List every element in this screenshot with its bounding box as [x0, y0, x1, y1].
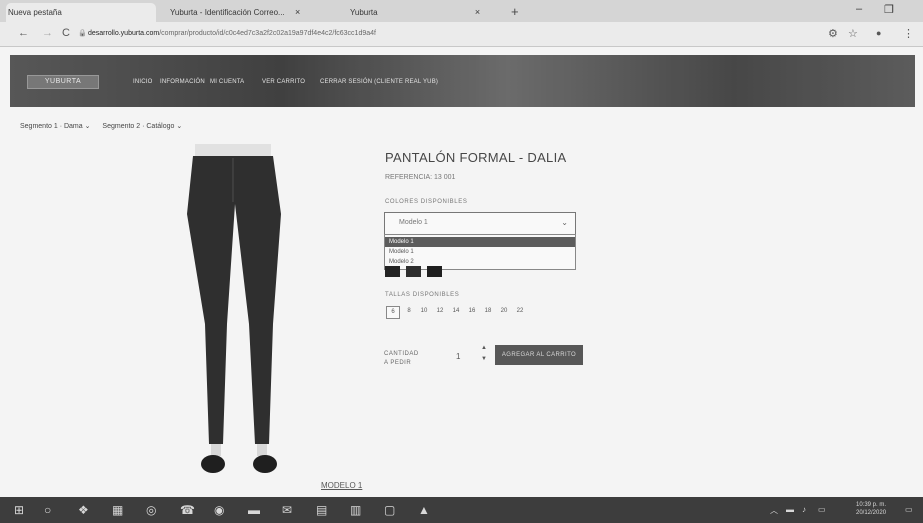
site-header: YUBURTA INICIO INFORMACIÓN MI CUENTA VER…	[10, 55, 915, 107]
tab-nueva-pestana[interactable]: Nueva pestaña ×	[6, 3, 156, 22]
color-dropdown-list: Modelo 1 Modelo 1 Modelo 2	[384, 234, 576, 270]
task-view-icon[interactable]: ❖	[78, 503, 89, 517]
app-icon[interactable]: ◎	[146, 503, 156, 517]
windows-start-icon[interactable]: ⊞	[14, 503, 24, 517]
color-swatch[interactable]	[427, 266, 442, 277]
minimize-icon[interactable]: –	[856, 3, 862, 15]
back-icon[interactable]: ←	[18, 27, 29, 39]
size-option[interactable]: 22	[514, 306, 526, 317]
search-icon[interactable]: ○	[44, 503, 51, 517]
phone-icon[interactable]: ☎	[180, 503, 195, 517]
model-torso	[195, 144, 271, 156]
breadcrumb: Segmento 1 · Dama ⌄ Segmento 2 · Catálog…	[20, 122, 192, 130]
model-link[interactable]: MODELO 1	[321, 481, 362, 490]
address-bar: ← → C 🔒 desarrollo.yuburta.com/comprar/p…	[0, 22, 923, 47]
maximize-icon[interactable]: ❐	[884, 3, 894, 16]
menu-icon[interactable]: ⋮	[903, 27, 914, 40]
new-tab-button[interactable]: +	[511, 4, 519, 19]
colors-label: COLORES DISPONIBLES	[385, 199, 468, 205]
language-icon[interactable]: ▭	[818, 505, 826, 514]
tab-label: Yuburta - Identificación Correo...	[170, 8, 285, 17]
nav-cerrar-sesion[interactable]: CERRAR SESIÓN (CLIENTE REAL YUB)	[320, 79, 438, 85]
notifications-icon[interactable]: ▭	[905, 505, 913, 514]
chrome-icon[interactable]: ◉	[214, 503, 224, 517]
left-shoe	[201, 455, 225, 473]
lock-icon: 🔒	[78, 30, 87, 37]
product-image	[187, 144, 281, 473]
product-reference: REFERENCIA: 13 001	[385, 174, 456, 181]
tab-label: Yuburta	[350, 8, 378, 17]
nav-inicio[interactable]: INICIO	[133, 79, 153, 85]
taskbar: ⊞ ○ ❖ ▦ ◎ ☎ ◉ ▬ ✉ ▤ ▥ ▢ ▲ ︿ ▬ ♪ ▭ 10:39 …	[0, 497, 923, 523]
dropdown-option[interactable]: Modelo 1	[385, 237, 575, 247]
tab-yuburta[interactable]: Yuburta ×	[350, 3, 500, 22]
dropdown-option[interactable]: Modelo 1	[385, 247, 575, 257]
nav-informacion[interactable]: INFORMACIÓN	[160, 79, 205, 85]
quantity-down-icon[interactable]: ▼	[481, 356, 487, 362]
reload-icon[interactable]: C	[62, 27, 70, 39]
quantity-up-icon[interactable]: ▲	[481, 345, 487, 351]
excel-icon[interactable]: ▤	[316, 503, 327, 517]
tray-chevron-icon[interactable]: ︿	[770, 505, 778, 516]
quantity-label: CANTIDAD A PEDIR	[384, 351, 419, 366]
size-option[interactable]: 8	[403, 306, 415, 317]
tab-label: Nueva pestaña	[8, 8, 62, 17]
site-logo[interactable]: YUBURTA	[27, 75, 99, 89]
size-option[interactable]: 16	[466, 306, 478, 317]
url-host: desarrollo.yuburta.com	[88, 30, 160, 37]
forward-icon[interactable]: →	[42, 27, 53, 39]
color-swatch[interactable]	[385, 266, 400, 277]
tab-yuburta-identificacion[interactable]: Yuburta - Identificación Correo... ×	[170, 3, 325, 22]
adobe-icon[interactable]: ▲	[418, 503, 430, 517]
clock-date: 20/12/2020	[856, 510, 887, 516]
browser-tab-bar: Nueva pestaña × Yuburta - Identificación…	[0, 0, 923, 22]
breadcrumb-segment-2[interactable]: Segmento 2 · Catálogo ⌄	[102, 123, 182, 130]
product-title: PANTALÓN FORMAL - DALIA	[385, 150, 567, 165]
clock-time: 10:39 p. m.	[856, 502, 887, 508]
extensions-icon[interactable]: ⚙	[828, 27, 838, 40]
color-select[interactable]: Modelo 1 ⌄	[384, 212, 576, 236]
size-option[interactable]: 18	[482, 306, 494, 317]
volume-icon[interactable]: ♪	[802, 505, 806, 514]
size-option[interactable]: 10	[418, 306, 430, 317]
size-option[interactable]: 20	[498, 306, 510, 317]
profile-icon[interactable]: ●	[876, 28, 881, 38]
word-icon[interactable]: ▥	[350, 503, 361, 517]
size-option[interactable]: 6	[386, 306, 400, 319]
tab-close-icon[interactable]: ×	[475, 7, 480, 17]
network-icon[interactable]: ▬	[786, 505, 794, 514]
file-explorer-icon[interactable]: ▬	[248, 503, 260, 517]
tab-close-icon[interactable]: ×	[295, 7, 300, 17]
pants-shape	[187, 156, 281, 444]
nav-ver-carrito[interactable]: VER CARRITO	[262, 79, 305, 85]
size-option[interactable]: 14	[450, 306, 462, 317]
app-icon[interactable]: ▢	[384, 503, 395, 517]
quantity-value[interactable]: 1	[456, 352, 460, 361]
mail-icon[interactable]: ✉	[282, 503, 292, 517]
chevron-down-icon: ⌄	[561, 218, 568, 227]
color-select-value: Modelo 1	[399, 219, 428, 226]
calculator-icon[interactable]: ▦	[112, 503, 123, 517]
taskbar-clock[interactable]: 10:39 p. m. 20/12/2020	[856, 501, 886, 517]
bookmark-star-icon[interactable]: ☆	[848, 27, 858, 40]
sizes-label: TALLAS DISPONIBLES	[385, 292, 460, 298]
size-option[interactable]: 12	[434, 306, 446, 317]
breadcrumb-segment-1[interactable]: Segmento 1 · Dama ⌄	[20, 123, 90, 130]
add-to-cart-button[interactable]: AGREGAR AL CARRITO	[495, 345, 583, 365]
nav-mi-cuenta[interactable]: MI CUENTA	[210, 79, 244, 85]
url-path: /comprar/producto/id/c0c4ed7c3a2f2c02a19…	[159, 30, 376, 37]
color-swatch[interactable]	[406, 266, 421, 277]
url-field[interactable]: desarrollo.yuburta.com/comprar/producto/…	[88, 26, 808, 41]
right-shoe	[253, 455, 277, 473]
